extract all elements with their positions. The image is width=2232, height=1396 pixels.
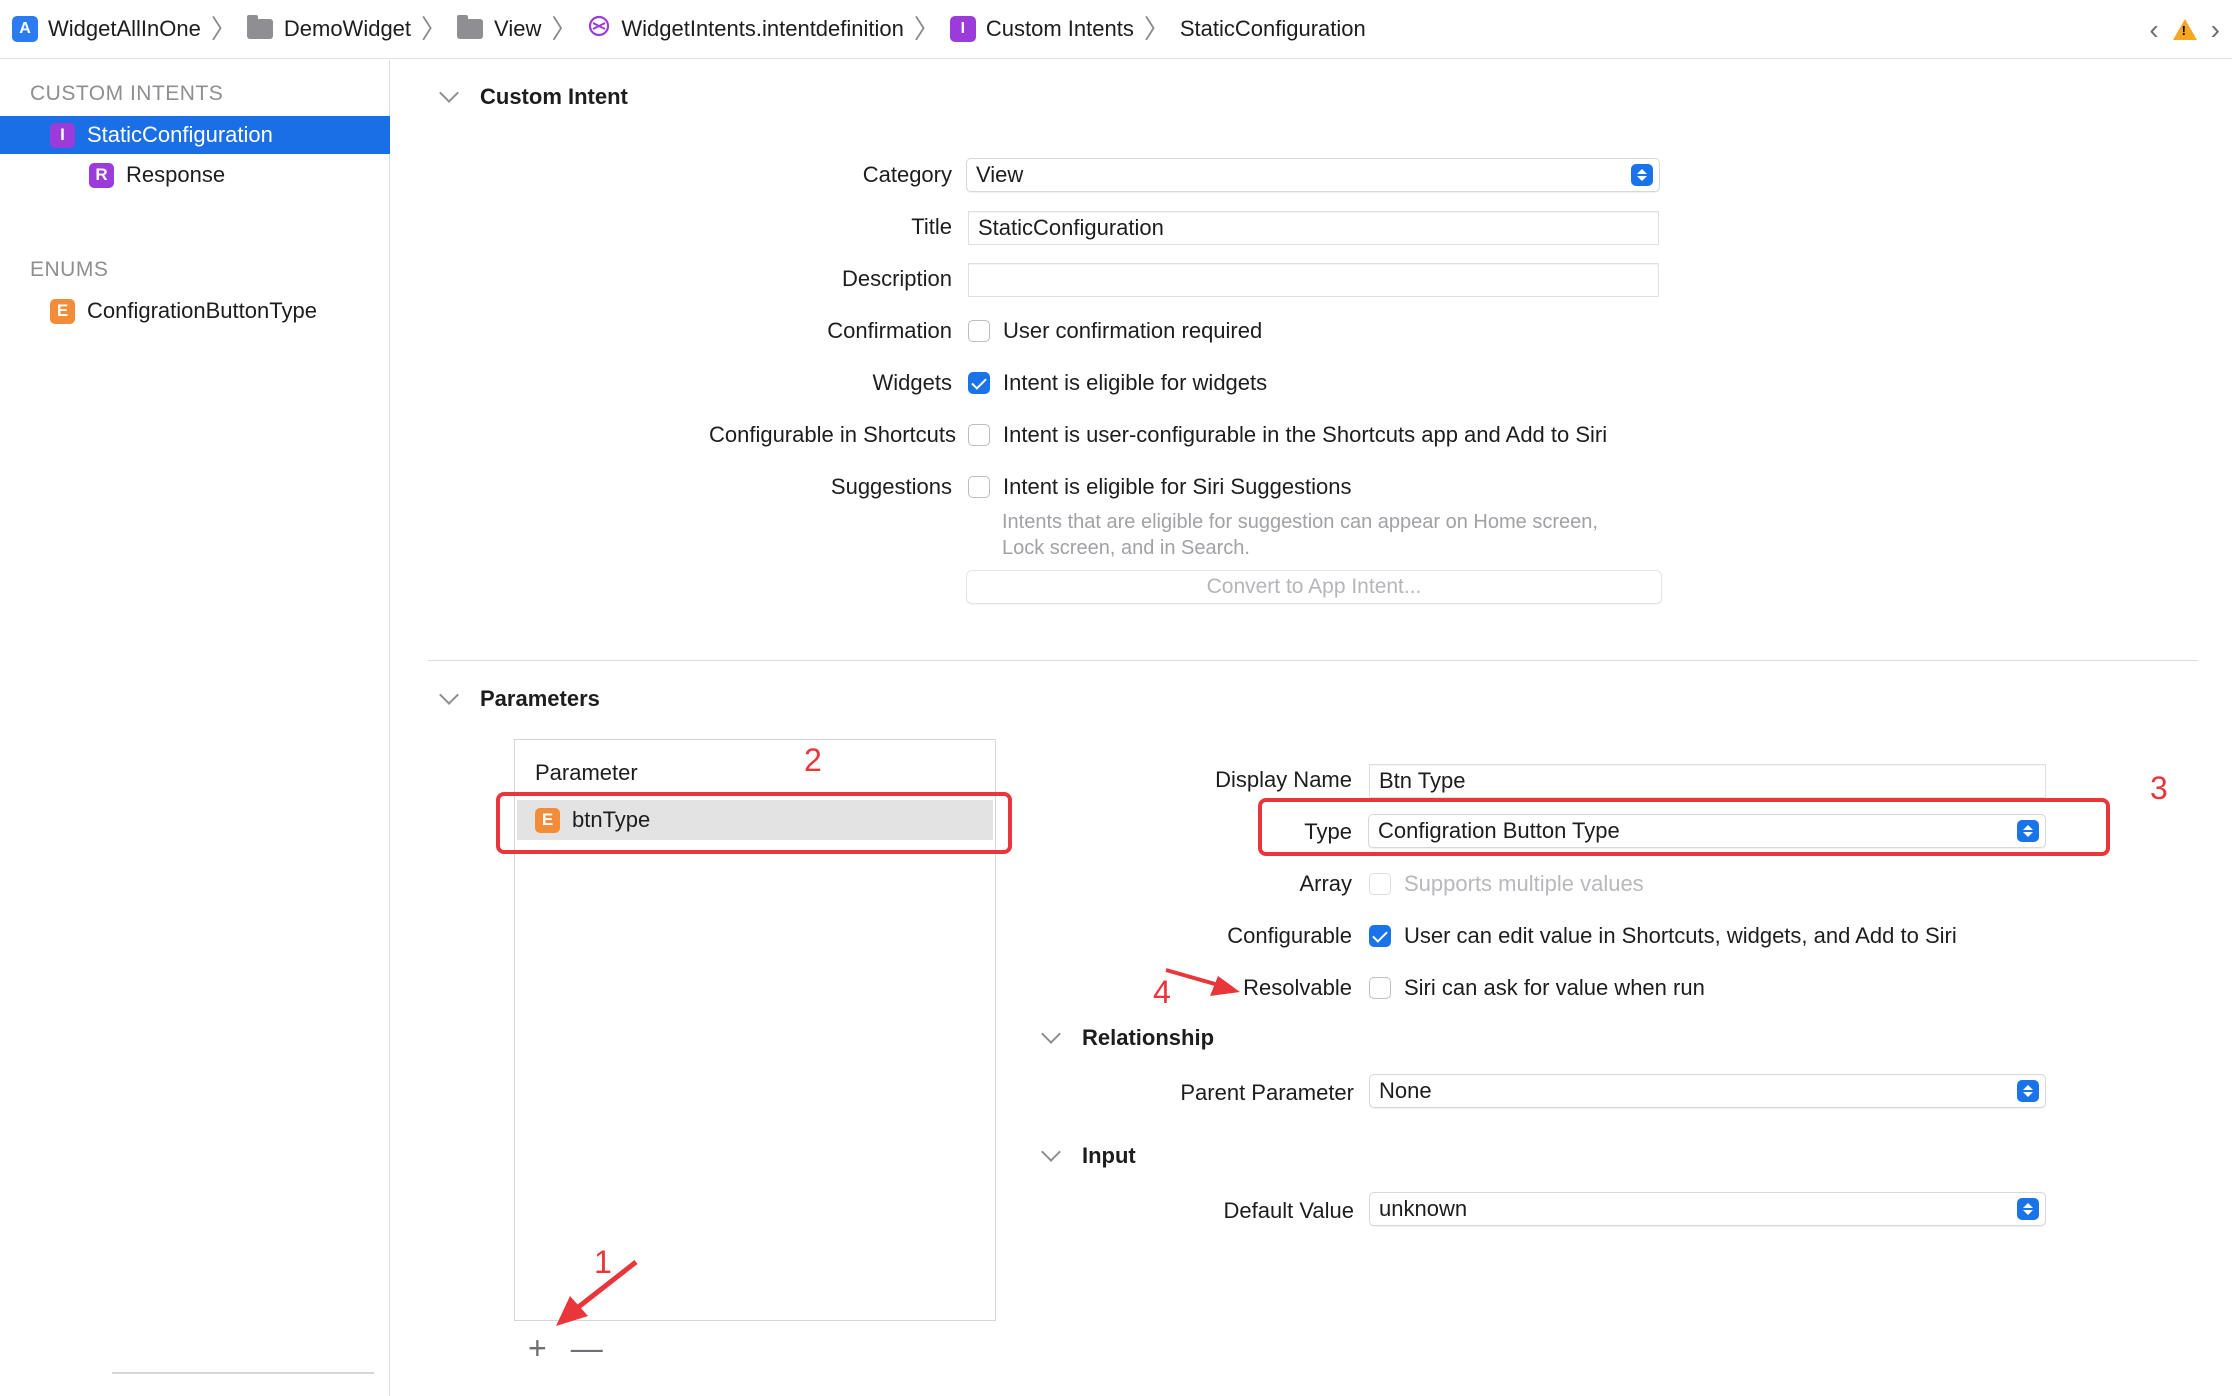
annotation-arrow-4 [1165,968,1240,996]
annotation-arrow-1 [556,1260,638,1326]
xcode-window: A WidgetAllInOne 〉 DemoWidget 〉 View 〉 W… [0,0,2232,1396]
annotation-arrows [556,968,1240,1326]
